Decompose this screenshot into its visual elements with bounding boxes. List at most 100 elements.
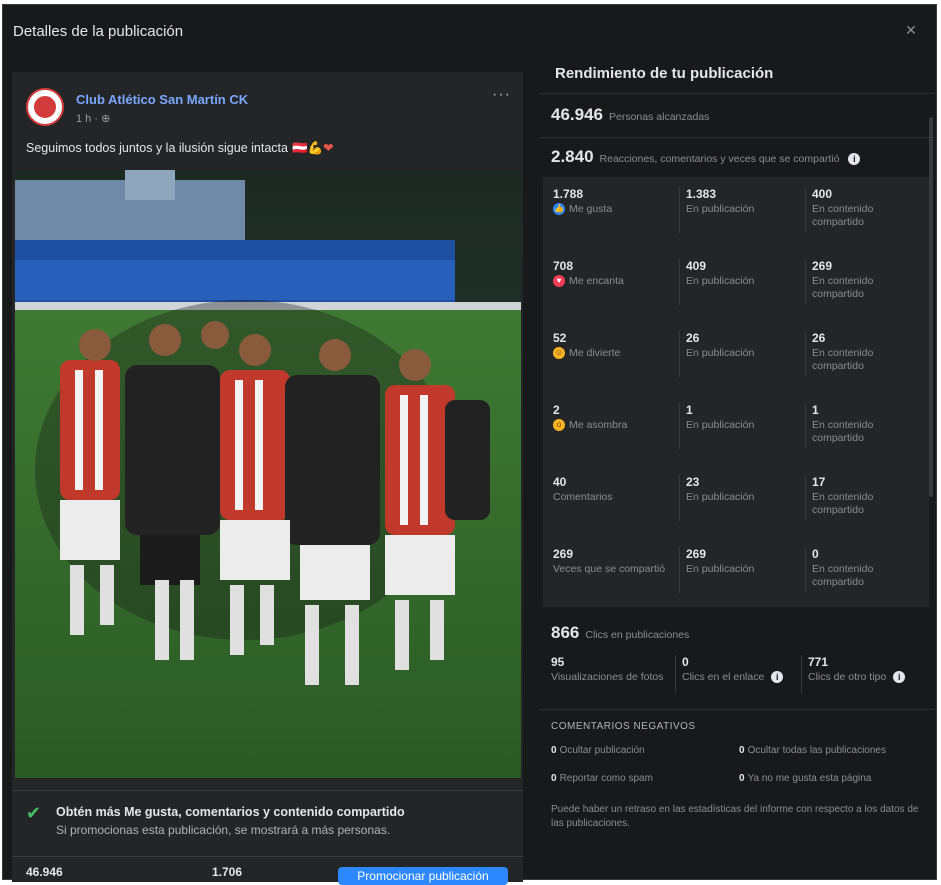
post-photo[interactable] [15,170,521,778]
promote-banner: ✔ Obtén más Me gusta, comentarios y cont… [12,790,523,850]
stat-label: En contenido compartido [812,347,874,372]
bottom-reach: 46.946 [26,865,63,879]
stat-label: En contenido compartido [812,275,874,300]
negative-item: 0 Ya no me gusta esta página [739,773,871,784]
info-icon[interactable]: i [893,671,906,683]
post-caption: Seguimos todos juntos y la ilusión sigue… [26,140,334,156]
stat-label: Me encanta [569,275,624,287]
negative-value: 0 [739,773,745,784]
negative-label: Reportar como spam [559,773,653,784]
stat-cell: 1.383 En publicación [679,187,799,233]
click-cell: 771 Clics de otro tipo i [801,655,925,693]
team-huddle-photo [15,170,521,778]
stat-value: 1 [812,403,819,417]
post-bottom-stats: 46.946 1.706 Promocionar publicación [12,856,523,885]
stat-cell: 708 ♥ Me encanta [553,259,673,288]
stat-cell: 409 En publicación [679,259,799,305]
reach-value: 46.946 [551,105,603,124]
click-value: 0 [682,655,689,669]
stat-row-wow: 2 o Me asombra 1 En publicación 1 En cont… [543,393,929,465]
love-icon: ♥ [553,275,565,287]
engagement-breakdown: 1.788 👍 Me gusta 1.383 En publicación 400… [543,177,929,607]
page-avatar[interactable] [26,88,64,126]
stat-cell: 26 En contenido compartido [805,331,925,377]
divider [539,709,935,710]
stat-value: 269 [553,547,574,561]
stat-label: En publicación [686,491,755,503]
wow-icon: o [553,419,565,431]
negative-value: 0 [551,773,557,784]
bottom-engagement: 1.706 [212,865,243,879]
info-icon[interactable]: i [771,671,784,683]
stat-cell: 17 En contenido compartido [805,475,925,521]
more-options-icon[interactable]: ··· [492,86,511,104]
stat-label: En contenido compartido [812,491,874,516]
negative-value: 0 [739,745,745,756]
stat-row-love: 708 ♥ Me encanta 409 En publicación 269 E… [543,249,929,321]
stat-value: 409 [686,259,707,273]
stat-value: 2 [553,403,560,417]
click-cell: 95 Visualizaciones de fotos [551,655,675,684]
stat-row-comments: 40 Comentarios 23 En publicación 17 En c… [543,465,929,537]
negative-feedback-title: COMENTARIOS NEGATIVOS [551,721,696,732]
scrollbar[interactable] [929,117,933,497]
engagement-line: 2.840 Reacciones, comentarios y veces qu… [551,147,861,167]
stat-value: 1.788 [553,187,584,201]
stat-label: En publicación [686,419,755,431]
modal-header: Detalles de la publicación [3,5,936,57]
stat-label: Me asombra [569,419,628,431]
click-label: Clics de otro tipo [808,671,887,683]
stat-value: 269 [812,259,833,273]
stat-cell: 1.788 👍 Me gusta [553,187,673,216]
close-icon[interactable]: ✕ [904,23,918,37]
modal-title: Detalles de la publicación [13,22,184,40]
negative-value: 0 [551,745,557,756]
stat-value: 0 [812,547,819,561]
stat-label: En publicación [686,203,755,215]
stat-value: 708 [553,259,574,273]
checkmark-icon: ✔ [26,803,42,823]
negative-label: Ya no me gusta esta página [747,773,872,784]
stat-value: 1.383 [686,187,717,201]
stat-cell: 400 En contenido compartido [805,187,925,233]
stat-cell: 2 o Me asombra [553,403,673,432]
stat-label: En contenido compartido [812,563,874,588]
stats-footnote: Puede haber un retraso en las estadístic… [551,804,919,829]
stat-cell: 1 En publicación [679,403,799,449]
stat-cell: 1 En contenido compartido [805,403,925,449]
engagement-label: Reacciones, comentarios y veces que se c… [599,153,840,165]
stat-row-shares: 269 Veces que se compartió 269 En public… [543,537,929,609]
stat-label: Veces que se compartió [553,563,666,575]
reach-line: 46.946 Personas alcanzadas [551,105,709,125]
clicks-label: Clics en publicaciones [585,629,690,641]
divider [539,137,935,138]
clicks-breakdown: 95 Visualizaciones de fotos 0 Clics en e… [539,651,935,701]
stat-value: 40 [553,475,567,489]
stat-label: En publicación [686,347,755,359]
negative-item: 0 Ocultar todas las publicaciones [739,745,886,756]
boost-post-button[interactable]: Promocionar publicación [338,867,508,885]
stat-value: 23 [686,475,700,489]
post-performance-panel: Rendimiento de tu publicación 46.946 Per… [539,57,935,879]
caption-text: Seguimos todos juntos y la ilusión sigue… [26,141,288,155]
post-details-modal: Detalles de la publicación ✕ Club Atléti… [2,4,937,885]
info-icon[interactable]: i [848,153,861,165]
stat-label: En contenido compartido [812,203,874,228]
post-header: Club Atlético San Martín CK 1 h · ⊕ ··· … [12,72,523,170]
divider [539,93,935,94]
haha-icon: ☺ [553,347,565,359]
stat-cell: 269 En publicación [679,547,799,593]
negative-label: Ocultar publicación [559,745,645,756]
promo-title: Obtén más Me gusta, comentarios y conten… [56,805,405,819]
negative-label: Ocultar todas las publicaciones [747,745,886,756]
click-value: 95 [551,655,565,669]
stat-label: Me divierte [569,347,621,359]
stat-cell: 269 En contenido compartido [805,259,925,305]
engagement-value: 2.840 [551,147,594,166]
page-name-link[interactable]: Club Atlético San Martín CK [76,92,248,107]
post-timestamp: 1 h · ⊕ [76,113,111,125]
stat-value: 400 [812,187,833,201]
stat-value: 26 [686,331,700,345]
clicks-value: 866 [551,623,580,642]
stat-row-haha: 52 ☺ Me divierte 26 En publicación 26 En … [543,321,929,393]
